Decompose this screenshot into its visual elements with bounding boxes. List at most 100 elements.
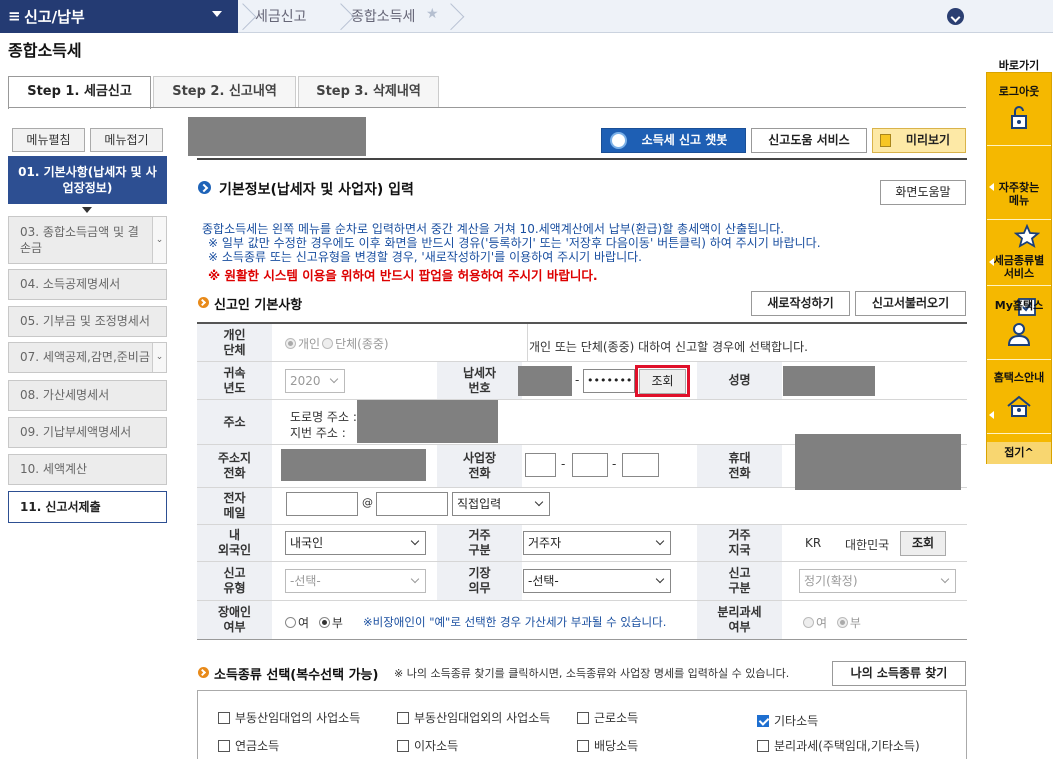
chevron-down-icon[interactable]: ⌄	[152, 217, 166, 263]
radio-separate-yes[interactable]	[803, 617, 814, 628]
checkbox[interactable]	[397, 712, 409, 724]
resident-select[interactable]: 거주자	[523, 531, 671, 555]
my-hometax-link[interactable]: My홈택스	[987, 299, 1051, 351]
at-sign: @	[362, 496, 373, 509]
year-select[interactable]: 2020	[285, 369, 345, 393]
email-domain-select[interactable]: 직접입력	[452, 492, 550, 516]
biz-phone-3[interactable]	[622, 453, 659, 477]
screen-help-button[interactable]: 화면도움말	[880, 180, 966, 205]
country-name: 대한민국	[845, 538, 890, 552]
favorite-star-icon[interactable]: ★	[426, 6, 439, 22]
redacted-home-phone	[281, 449, 426, 481]
road-address-label: 도로명 주소 :	[290, 410, 357, 424]
country-lookup-button[interactable]: 조회	[900, 531, 946, 556]
left-menu-item-05[interactable]: 05. 기부금 및 조정명세서	[8, 306, 167, 337]
logout-link[interactable]: 로그아웃	[987, 85, 1051, 135]
label-resident: 거주 구분	[437, 525, 522, 561]
chatbot-button[interactable]: 소득세 신고 챗봇	[601, 128, 746, 153]
email-id-input[interactable]	[286, 492, 358, 516]
breadcrumb-separator	[440, 0, 454, 33]
checkbox[interactable]	[757, 715, 769, 727]
income-option[interactable]: 근로소득	[577, 709, 638, 726]
checkbox[interactable]	[218, 712, 230, 724]
taxid-masked-input[interactable]: •••••••	[583, 369, 635, 393]
sidebar-fold-button[interactable]: 접기^	[987, 442, 1051, 464]
basic-info-table: 개인 단체 개인 단체(종중) 개인 또는 단체(종중) 대하여 신고할 경우에 …	[197, 322, 967, 640]
label-biz-phone: 사업장 전화	[437, 445, 522, 487]
tab-step2[interactable]: Step 2. 신고내역	[153, 76, 296, 108]
income-option[interactable]: 분리과세(주택임대,기타소득)	[757, 737, 920, 754]
menu-collapse-button[interactable]: 메뉴접기	[90, 128, 163, 152]
tab-step1[interactable]: Step 1. 세금신고	[8, 76, 151, 109]
section-title-basic-info: 기본정보(납세자 및 사업자) 입력	[219, 182, 414, 198]
checkbox[interactable]	[577, 740, 589, 752]
left-menu-item-03[interactable]: 03. 종합소득금액 및 결손금 ⌄	[8, 216, 167, 264]
left-menu-item-11[interactable]: 11. 신고서제출	[8, 491, 167, 523]
left-menu-item-08[interactable]: 08. 가산세명세서	[8, 380, 167, 411]
dash: -	[561, 457, 566, 471]
income-option[interactable]: 기타소득	[757, 712, 818, 729]
report-type-select[interactable]: -선택-	[285, 569, 426, 593]
report-class-select[interactable]: 정기(확정)	[799, 569, 956, 593]
sidebar-divider	[987, 359, 1051, 360]
radio-individual[interactable]	[285, 338, 296, 349]
biz-phone-1[interactable]	[525, 453, 556, 477]
income-option[interactable]: 부동산임대업의 사업소득	[218, 709, 360, 726]
section-title-reporter: 신고인 기본사항	[214, 298, 303, 313]
breadcrumb-income-tax[interactable]: 종합소득세	[351, 6, 415, 26]
left-menu-item-07[interactable]: 07. 세액공제,감면,준비금 ⌄	[8, 342, 167, 373]
taxid-lookup-button[interactable]: 조회	[639, 369, 686, 394]
radio-group[interactable]	[322, 338, 334, 349]
preview-button[interactable]: 미리보기	[872, 128, 966, 153]
breadcrumb-separator	[232, 0, 246, 33]
top-bar: ≡ 신고/납부 세금신고 종합소득세 ★	[0, 0, 1053, 33]
checkbox[interactable]	[757, 740, 769, 752]
country-code: KR	[805, 536, 822, 550]
option-label: 분리과세(주택임대,기타소득)	[774, 739, 920, 753]
income-option[interactable]: 이자소득	[397, 737, 458, 754]
income-option[interactable]: 연금소득	[218, 737, 279, 754]
foreign-select[interactable]: 내국인	[285, 531, 426, 555]
redacted-address	[357, 400, 498, 443]
breadcrumb-tax-report[interactable]: 세금신고	[255, 6, 307, 26]
checkbox[interactable]	[218, 740, 230, 752]
tab-step3[interactable]: Step 3. 삭제내역	[298, 76, 439, 108]
sidebar-divider	[987, 433, 1051, 434]
email-domain-input[interactable]	[376, 492, 448, 516]
chevron-down-icon[interactable]: ⌄	[152, 343, 166, 372]
menu-expand-button[interactable]: 메뉴펼침	[12, 128, 85, 152]
biz-phone-2[interactable]	[572, 453, 608, 477]
checkbox[interactable]	[397, 740, 409, 752]
checkbox[interactable]	[577, 712, 589, 724]
unlock-icon	[1011, 106, 1027, 129]
label-year: 귀속 년도	[197, 362, 272, 399]
main-menu-button[interactable]: ≡ 신고/납부	[0, 0, 238, 33]
table-row: 내 외국인 내국인 거주 구분 거주자 거주 지국 KR 대한민국 조회	[197, 525, 967, 562]
load-report-button[interactable]: 신고서불러오기	[855, 291, 966, 316]
table-row: 개인 단체 개인 단체(종중) 개인 또는 단체(종중) 대하여 신고할 경우에 …	[197, 324, 967, 362]
expand-circle-icon[interactable]	[947, 8, 964, 25]
tab-divider	[8, 107, 966, 108]
help-service-button[interactable]: 신고도움 서비스	[751, 128, 867, 153]
label-name: 성명	[697, 362, 782, 399]
radio-disabled-no[interactable]	[318, 617, 330, 628]
income-option[interactable]: 부동산임대업외의 사업소득	[397, 709, 550, 726]
income-option[interactable]: 배당소득	[577, 737, 638, 754]
radio-disabled-yes[interactable]	[285, 617, 296, 628]
radio-yes-label: 여	[816, 616, 828, 630]
label-country: 거주 지국	[697, 525, 782, 561]
option-label: 이자소득	[414, 739, 459, 753]
option-label: 연금소득	[235, 739, 280, 753]
option-label: 부동산임대업의 사업소득	[235, 711, 361, 725]
find-income-type-button[interactable]: 나의 소득종류 찾기	[832, 661, 966, 686]
left-menu-item-09[interactable]: 09. 기납부세액명세서	[8, 417, 167, 448]
radio-separate-no[interactable]	[836, 617, 848, 628]
new-write-button[interactable]: 새로작성하기	[751, 291, 850, 316]
left-menu-item-04[interactable]: 04. 소득공제명세서	[8, 269, 167, 300]
left-menu-item-10[interactable]: 10. 세액계산	[8, 454, 167, 485]
left-menu-item-01[interactable]: 01. 기본사항(납세자 및 사업장정보)	[8, 156, 167, 204]
bookkeeping-select[interactable]: -선택-	[523, 569, 671, 593]
hometax-guide-link[interactable]: 홈택스안내	[987, 371, 1051, 423]
disabled-note: ※비장애인이 "예"로 선택한 경우 가산세가 부과될 수 있습니다.	[363, 615, 667, 629]
label-report-class: 신고 구분	[697, 562, 782, 600]
